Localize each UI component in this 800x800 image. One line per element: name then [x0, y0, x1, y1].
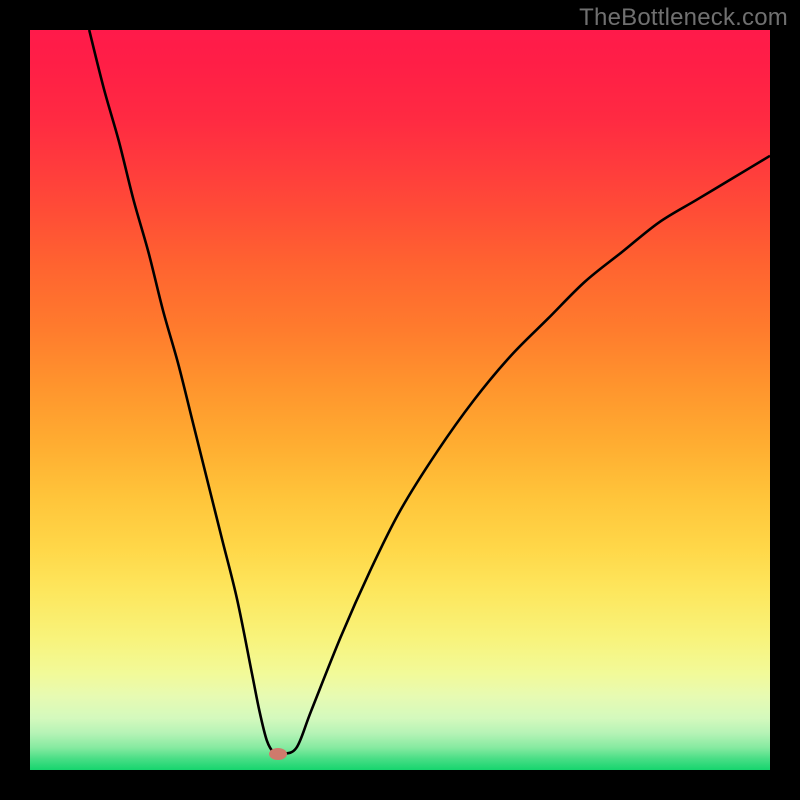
bottleneck-curve	[30, 30, 770, 770]
plot-area	[30, 30, 770, 770]
chart-frame: TheBottleneck.com	[0, 0, 800, 800]
watermark-text: TheBottleneck.com	[579, 4, 788, 32]
optimal-point-marker	[269, 748, 287, 760]
